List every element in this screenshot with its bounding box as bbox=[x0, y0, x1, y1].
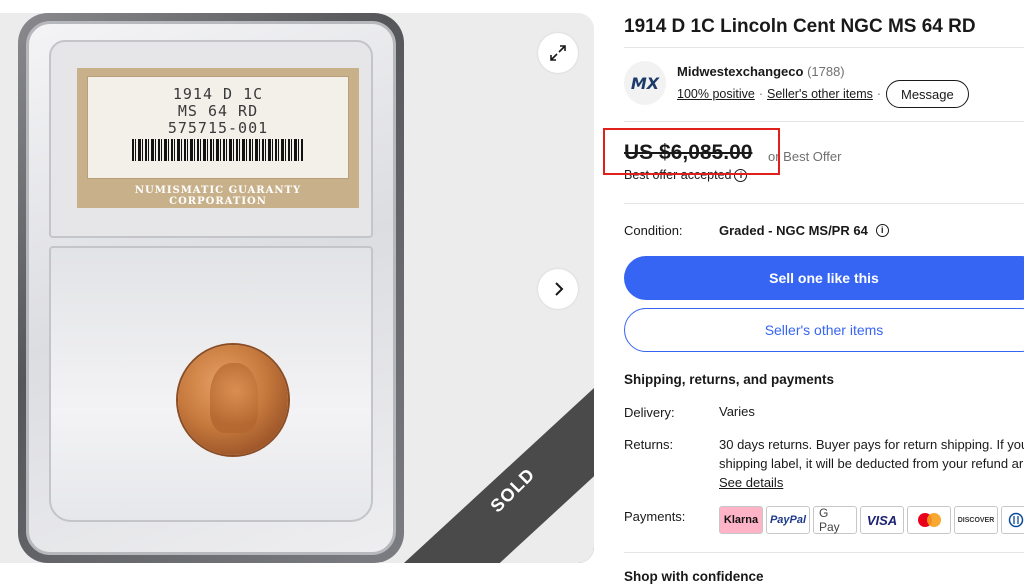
shipping-section-title: Shipping, returns, and payments bbox=[624, 372, 835, 387]
mastercard-icon bbox=[907, 506, 951, 534]
seller-avatar[interactable]: MX bbox=[624, 61, 666, 105]
coin-slab-image: 1914 D 1C MS 64 RD 575715-001 NUMISMATIC… bbox=[18, 13, 404, 563]
paypal-icon: PayPal bbox=[766, 506, 810, 534]
condition-label: Condition: bbox=[624, 223, 683, 238]
divider bbox=[624, 552, 1024, 553]
barcode bbox=[132, 139, 304, 161]
coin bbox=[178, 345, 288, 455]
google-pay-icon: G Pay bbox=[813, 506, 857, 534]
payments-label: Payments: bbox=[624, 509, 686, 524]
condition-value: Graded - NGC MS/PR 64 i bbox=[719, 223, 889, 238]
label-line-3: 575715-001 bbox=[167, 119, 269, 137]
seller-other-items-link[interactable]: Seller's other items bbox=[767, 87, 873, 101]
label-line-1: 1914 D 1C bbox=[172, 85, 264, 103]
payment-methods: Klarna PayPal G Pay VISA DISCOVER bbox=[719, 506, 1024, 534]
seller-name[interactable]: Midwestexchangeco (1788) bbox=[677, 64, 845, 79]
visa-icon: VISA bbox=[860, 506, 904, 534]
delivery-label: Delivery: bbox=[624, 405, 675, 420]
image-gallery[interactable]: 1914 D 1C MS 64 RD 575715-001 NUMISMATIC… bbox=[0, 13, 594, 563]
divider bbox=[624, 47, 1024, 48]
ngc-brand: NUMISMATIC GUARANTY CORPORATION bbox=[134, 185, 302, 207]
condition-value-text: Graded - NGC MS/PR 64 bbox=[719, 223, 868, 238]
listing-title: 1914 D 1C Lincoln Cent NGC MS 64 RD bbox=[624, 16, 976, 37]
chevron-right-icon[interactable] bbox=[538, 269, 578, 309]
divider bbox=[624, 203, 1024, 204]
klarna-icon: Klarna bbox=[719, 506, 763, 534]
diners-club-icon bbox=[1001, 506, 1024, 534]
sold-ribbon: SOLD bbox=[404, 388, 594, 563]
returns-line-2: shipping label, it will be deducted from… bbox=[719, 456, 1024, 471]
shop-with-confidence-title: Shop with confidence bbox=[624, 569, 764, 584]
seller-feedback-count[interactable]: (1788) bbox=[807, 64, 845, 79]
expand-icon[interactable] bbox=[538, 33, 578, 73]
price-highlight-box bbox=[603, 128, 780, 175]
returns-value: 30 days returns. Buyer pays for return s… bbox=[719, 435, 1024, 492]
listing-panel: 1914 D 1C Lincoln Cent NGC MS 64 RD MX M… bbox=[624, 0, 1024, 586]
divider bbox=[624, 121, 1024, 122]
ngc-label: 1914 D 1C MS 64 RD 575715-001 NUMISMATIC… bbox=[77, 68, 359, 208]
seller-links: 100% positive · Seller's other items · bbox=[677, 87, 882, 101]
positive-feedback-link[interactable]: 100% positive bbox=[677, 87, 755, 101]
label-line-2: MS 64 RD bbox=[177, 102, 259, 120]
returns-line-1: 30 days returns. Buyer pays for return s… bbox=[719, 437, 1024, 452]
delivery-value: Varies bbox=[719, 404, 755, 419]
see-details-link[interactable]: See details bbox=[719, 473, 1024, 492]
info-icon[interactable]: i bbox=[875, 224, 889, 237]
seller-other-items-button[interactable]: Seller's other items bbox=[624, 308, 1024, 352]
discover-icon: DISCOVER bbox=[954, 506, 998, 534]
seller-name-text[interactable]: Midwestexchangeco bbox=[677, 64, 803, 79]
sell-one-like-this-button[interactable]: Sell one like this bbox=[624, 256, 1024, 300]
message-button[interactable]: Message bbox=[886, 80, 969, 108]
returns-label: Returns: bbox=[624, 437, 674, 452]
